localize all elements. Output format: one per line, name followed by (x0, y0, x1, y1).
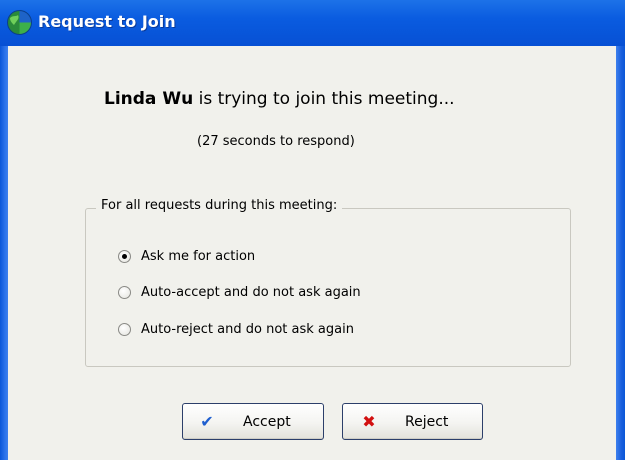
request-to-join-dialog: Request to Join Linda Wu is trying to jo… (0, 0, 625, 460)
radio-label-auto-reject[interactable]: Auto-reject and do not ask again (141, 322, 354, 337)
radio-button-unchecked[interactable] (118, 322, 131, 336)
radio-button-unchecked[interactable] (118, 285, 131, 299)
x-icon: ✖ (362, 412, 376, 431)
join-request-text: is trying to join this meeting... (193, 89, 455, 109)
requester-name: Linda Wu (104, 89, 194, 109)
reject-button-label: Reject (405, 414, 449, 430)
radio-label-ask[interactable]: Ask me for action (141, 249, 255, 264)
window-border-left (0, 46, 8, 460)
title-bar[interactable]: Request to Join (0, 0, 625, 46)
accept-button[interactable]: ✔ Accept (182, 403, 324, 440)
radio-button-checked[interactable] (118, 249, 131, 263)
radio-option-auto-reject[interactable]: Auto-reject and do not ask again (118, 320, 354, 338)
window-title: Request to Join (38, 12, 176, 31)
group-legend: For all requests during this meeting: (96, 198, 343, 213)
radio-option-ask[interactable]: Ask me for action (118, 247, 255, 265)
globe-icon (7, 10, 32, 35)
reject-button[interactable]: ✖ Reject (342, 403, 483, 440)
checkmark-icon: ✔ (200, 412, 214, 431)
window-border-right (616, 46, 625, 460)
radio-option-auto-accept[interactable]: Auto-accept and do not ask again (118, 283, 361, 301)
radio-label-auto-accept[interactable]: Auto-accept and do not ask again (141, 285, 361, 300)
accept-button-label: Accept (243, 414, 291, 430)
response-countdown: (27 seconds to respond) (197, 134, 355, 149)
join-request-message: Linda Wu is trying to join this meeting.… (104, 89, 455, 109)
